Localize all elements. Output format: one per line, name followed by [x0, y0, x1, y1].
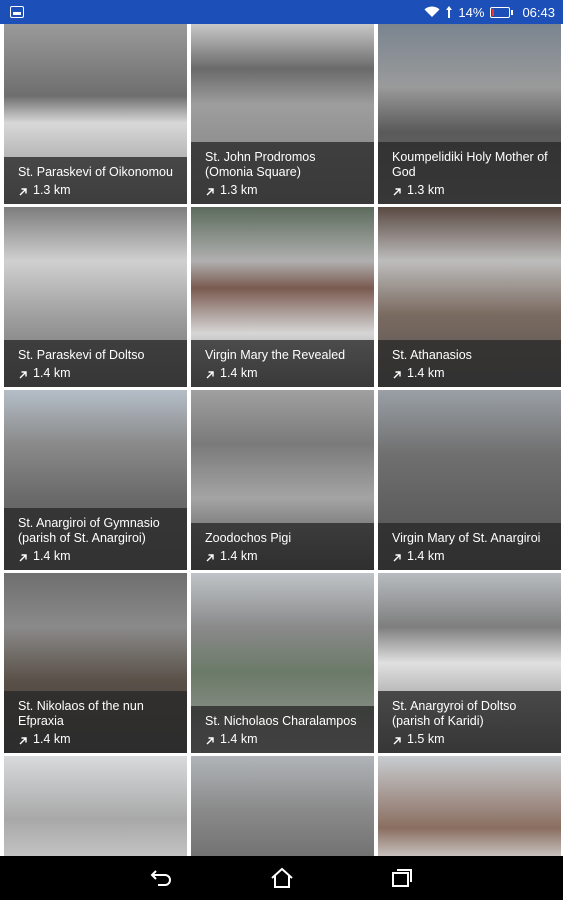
place-caption: St. John Prodromos (Omonia Square) 1.3 km	[191, 142, 374, 204]
place-caption: Virgin Mary of St. Anargiroi 1.4 km	[378, 523, 561, 570]
place-tile[interactable]: Virgin Mary of St. Anargiroi 1.4 km	[378, 390, 561, 570]
place-caption: St. Anargyroi of Doltso (parish of Karid…	[378, 691, 561, 753]
place-distance: 1.4 km	[18, 365, 179, 381]
battery-percent: 14%	[458, 4, 485, 20]
place-photo	[191, 756, 374, 856]
place-photo	[378, 756, 561, 856]
arrow-up-right-icon	[205, 185, 215, 196]
place-name: Virgin Mary the Revealed	[205, 348, 346, 362]
arrow-up-right-icon	[392, 368, 402, 379]
battery-icon	[490, 6, 514, 18]
place-tile[interactable]: St. Athanasios 1.4 km	[378, 207, 561, 387]
home-button[interactable]	[267, 863, 297, 893]
places-grid: St. Paraskevi of Oikonomou 1.3 km St. John…	[0, 24, 563, 856]
arrow-up-right-icon	[18, 734, 28, 745]
place-caption: Koumpelidiki Holy Mother of God 1.3 km	[378, 142, 561, 204]
arrow-up-right-icon	[205, 734, 215, 745]
place-distance: 1.3 km	[205, 182, 366, 198]
place-distance: 1.4 km	[205, 731, 366, 747]
place-distance-value: 1.3 km	[33, 183, 71, 197]
place-caption: St. Athanasios 1.4 km	[378, 340, 561, 387]
place-distance: 1.4 km	[392, 365, 553, 381]
place-caption: St. Nikolaos of the nun Efpraxia 1.4 km	[4, 691, 187, 753]
place-name: St. Paraskevi of Doltso	[18, 348, 145, 362]
gallery-notification-icon	[10, 6, 24, 18]
place-distance-value: 1.4 km	[33, 549, 71, 563]
place-tile[interactable]	[4, 756, 187, 856]
status-right: 14% 06:43	[424, 5, 555, 20]
place-distance-value: 1.4 km	[220, 366, 258, 380]
place-tile[interactable]: St. Nikolaos of the nun Efpraxia 1.4 km	[4, 573, 187, 753]
place-tile[interactable]: St. John Prodromos (Omonia Square) 1.3 km	[191, 24, 374, 204]
recents-icon	[391, 869, 412, 887]
place-name: St. Paraskevi of Oikonomou	[18, 165, 173, 179]
place-distance-value: 1.4 km	[407, 549, 445, 563]
arrow-up-right-icon	[205, 551, 215, 562]
status-left	[10, 6, 24, 18]
arrow-up-right-icon	[18, 185, 28, 196]
place-distance-value: 1.3 km	[407, 183, 445, 197]
place-name: St. Athanasios	[392, 348, 472, 362]
place-tile[interactable]: St. Anargiroi of Gymnasio (parish of St.…	[4, 390, 187, 570]
recents-button[interactable]	[387, 863, 417, 893]
place-tile[interactable]: St. Paraskevi of Doltso 1.4 km	[4, 207, 187, 387]
place-caption: St. Nicholaos Charalampos 1.4 km	[191, 706, 374, 753]
place-name: Virgin Mary of St. Anargiroi	[392, 531, 541, 545]
clock: 06:43	[522, 4, 555, 20]
home-icon	[270, 867, 293, 888]
place-tile[interactable]: St. Anargyroi of Doltso (parish of Karid…	[378, 573, 561, 753]
place-distance: 1.4 km	[18, 548, 179, 564]
place-caption: Virgin Mary the Revealed 1.4 km	[191, 340, 374, 387]
place-distance-value: 1.5 km	[407, 732, 445, 746]
place-tile[interactable]: Virgin Mary the Revealed 1.4 km	[191, 207, 374, 387]
place-distance-value: 1.4 km	[407, 366, 445, 380]
battery-fill	[492, 8, 495, 16]
place-caption: St. Paraskevi of Doltso 1.4 km	[4, 340, 187, 387]
place-tile[interactable]: St. Paraskevi of Oikonomou 1.3 km	[4, 24, 187, 204]
place-tile[interactable]	[378, 756, 561, 856]
arrow-up-right-icon	[392, 734, 402, 745]
place-distance: 1.4 km	[205, 365, 366, 381]
place-distance-value: 1.4 km	[220, 549, 258, 563]
place-tile[interactable]: Koumpelidiki Holy Mother of God 1.3 km	[378, 24, 561, 204]
wifi-icon	[424, 6, 440, 18]
place-caption: Zoodochos Pigi 1.4 km	[191, 523, 374, 570]
arrow-up-right-icon	[392, 185, 402, 196]
place-name: St. Nicholaos Charalampos	[205, 714, 357, 728]
navigation-bar	[0, 856, 563, 900]
place-name: St. John Prodromos (Omonia Square)	[205, 150, 316, 179]
place-distance: 1.5 km	[392, 731, 553, 747]
place-distance-value: 1.4 km	[33, 366, 71, 380]
place-distance-value: 1.4 km	[33, 732, 71, 746]
place-tile[interactable]: Zoodochos Pigi 1.4 km	[191, 390, 374, 570]
back-button[interactable]	[147, 863, 177, 893]
data-transfer-icon	[446, 6, 453, 18]
place-caption: St. Paraskevi of Oikonomou 1.3 km	[4, 157, 187, 204]
place-distance: 1.4 km	[205, 548, 366, 564]
place-photo	[4, 756, 187, 856]
arrow-up-right-icon	[392, 551, 402, 562]
arrow-up-right-icon	[18, 368, 28, 379]
place-distance-value: 1.3 km	[220, 183, 258, 197]
place-name: Koumpelidiki Holy Mother of God	[392, 150, 548, 179]
place-tile[interactable]	[191, 756, 374, 856]
back-icon	[150, 870, 171, 886]
place-distance-value: 1.4 km	[220, 732, 258, 746]
place-name: St. Anargiroi of Gymnasio (parish of St.…	[18, 516, 160, 545]
arrow-up-right-icon	[205, 368, 215, 379]
place-name: St. Nikolaos of the nun Efpraxia	[18, 699, 144, 728]
place-name: Zoodochos Pigi	[205, 531, 292, 545]
place-caption: St. Anargiroi of Gymnasio (parish of St.…	[4, 508, 187, 570]
arrow-up-right-icon	[18, 551, 28, 562]
place-distance: 1.4 km	[392, 548, 553, 564]
place-distance: 1.3 km	[18, 182, 179, 198]
status-bar: 14% 06:43	[0, 0, 563, 24]
place-tile[interactable]: St. Nicholaos Charalampos 1.4 km	[191, 573, 374, 753]
place-name: St. Anargyroi of Doltso (parish of Karid…	[392, 699, 517, 728]
place-distance: 1.4 km	[18, 731, 179, 747]
place-distance: 1.3 km	[392, 182, 553, 198]
